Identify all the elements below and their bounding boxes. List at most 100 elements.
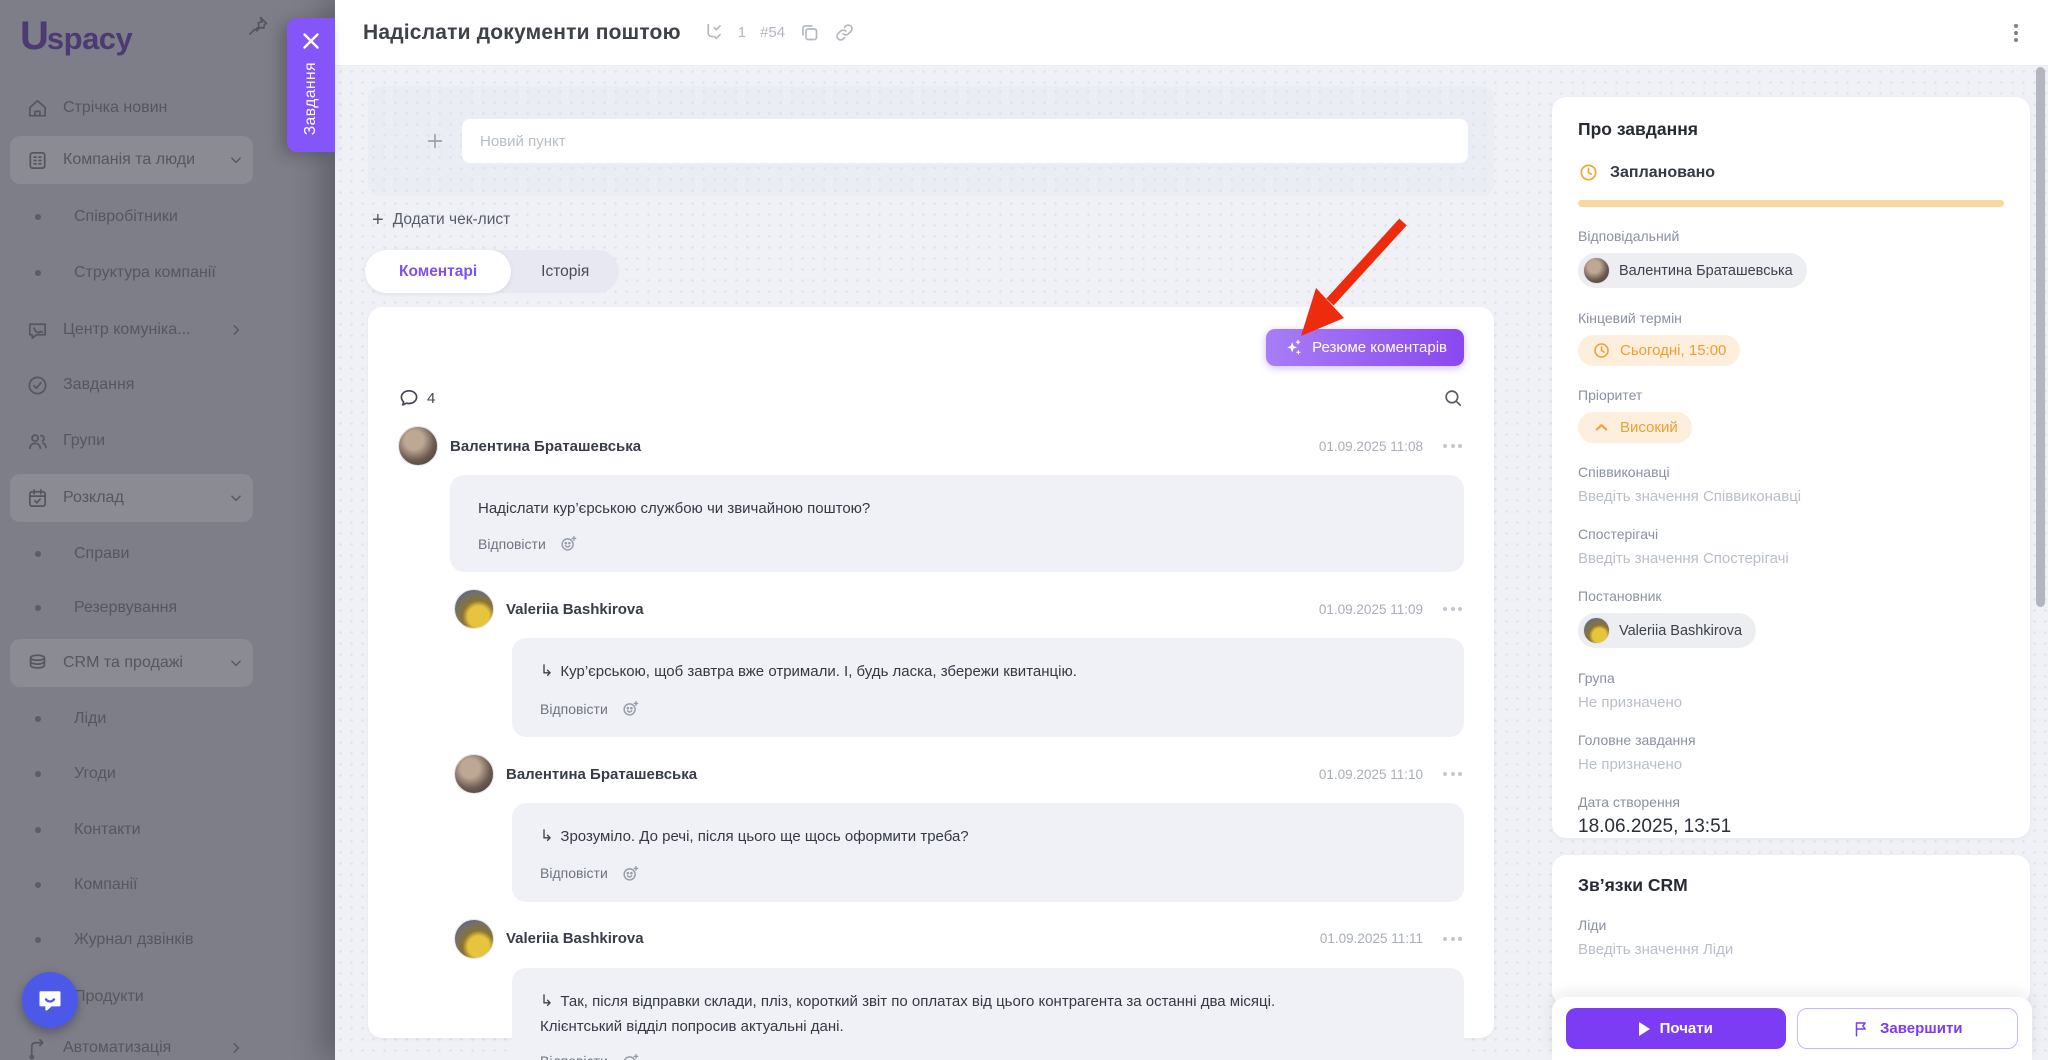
sidebar-item-contacts[interactable]: Контакти <box>10 806 253 854</box>
uspacy-logo: Uspacy <box>20 14 133 59</box>
sidebar-item-tasks[interactable]: Завдання <box>10 361 253 409</box>
responsible-chip[interactable]: Валентина Браташевська <box>1578 253 1807 288</box>
status-label: Заплановано <box>1610 163 1716 181</box>
comment-text: Надіслати кур’єрською службою чи звичайн… <box>478 500 871 517</box>
sidebar-item-label: Ліди <box>74 710 107 727</box>
created-value: 18.06.2025, 13:51 <box>1578 816 1732 837</box>
comment-menu-kebab[interactable] <box>1441 768 1464 780</box>
search-icon[interactable] <box>1442 387 1464 409</box>
sidebar-item-crm-sales[interactable]: CRM та продажі <box>10 639 253 687</box>
pin-sidebar-icon[interactable] <box>246 14 270 38</box>
sidebar-item-companies[interactable]: Компанії <box>10 861 253 909</box>
comments-card: Резюме коментарів 4 Валентина Браташевсь… <box>368 307 1494 1060</box>
reply-button[interactable]: Відповісти <box>540 865 608 881</box>
observers-field[interactable]: Введіть значення Спостерігачі <box>1578 550 2004 567</box>
deadline-label: Кінцевий термін <box>1578 310 1682 326</box>
plus-icon <box>427 133 443 149</box>
created-label: Дата створення <box>1578 794 1680 810</box>
bullet-icon <box>35 827 41 833</box>
tab-comments-label: Коментарі <box>399 262 478 280</box>
author-name: Valeriia Bashkirova <box>1619 622 1743 639</box>
reply-button[interactable]: Відповісти <box>540 1053 608 1060</box>
avatar <box>1583 257 1610 284</box>
deadline-chip[interactable]: Сьогодні, 15:00 <box>1578 335 1741 366</box>
support-chat-fab[interactable] <box>22 972 78 1028</box>
comment-menu-kebab[interactable] <box>1441 603 1464 615</box>
vertical-scrollbar-thumb[interactable] <box>2036 67 2045 607</box>
app-window: Uspacy Стрічка новин Компанія та люди Сп… <box>0 0 2048 1060</box>
task-status[interactable]: Заплановано <box>1578 162 2004 183</box>
leads-field[interactable]: Введіть значення Ліди <box>1578 941 2004 958</box>
chat-bubble-icon <box>39 991 61 1011</box>
comment-bubble: ↳ Зрозуміло. До речі, після цього ще щось… <box>512 803 1464 902</box>
sidebar-item-company-structure[interactable]: Структура компанії <box>10 249 253 297</box>
comments-history-tabs: Коментарі Історія <box>365 250 620 293</box>
add-checklist-button[interactable]: + Додати чек-лист <box>372 210 510 230</box>
sidebar-item-reservations[interactable]: Резервування <box>10 584 253 632</box>
task-menu-kebab[interactable] <box>2008 18 2024 48</box>
new-checklist-item-input[interactable] <box>462 119 1468 163</box>
sidebar-item-activities[interactable]: Справи <box>10 530 253 578</box>
reply-arrow-icon: ↳ <box>540 992 554 1010</box>
checklist-new-item-card <box>368 86 1494 196</box>
start-task-button[interactable]: Почати <box>1566 1008 1786 1049</box>
crm-stack-icon <box>29 653 46 669</box>
author-label: Постановник <box>1578 588 1662 604</box>
tab-history[interactable]: Історія <box>511 250 619 293</box>
sidebar-item-label: Автоматизація <box>63 1039 172 1056</box>
clock-icon <box>1594 343 1609 358</box>
play-icon <box>1638 1021 1650 1036</box>
subtasks-icon[interactable] <box>703 22 724 43</box>
author-chip[interactable]: Valeriia Bashkirova <box>1578 613 1757 648</box>
chevron-right-icon <box>233 325 240 335</box>
sidebar-item-deals[interactable]: Угоди <box>10 750 253 798</box>
bullet-icon <box>35 214 41 220</box>
group-value[interactable]: Не призначено <box>1578 694 2004 711</box>
chevron-right-icon <box>233 1043 240 1053</box>
comment-menu-kebab[interactable] <box>1441 933 1464 945</box>
comments-summary-button[interactable]: Резюме коментарів <box>1266 329 1464 366</box>
avatar <box>398 426 438 466</box>
priority-label: Пріоритет <box>1578 387 1643 403</box>
task-panel-tab[interactable]: Завдання <box>287 18 335 152</box>
comment-bubble: ↳ Так, після відправки склади, пліз, коро… <box>512 967 1464 1060</box>
close-icon[interactable] <box>298 28 324 54</box>
main-task-value[interactable]: Не призначено <box>1578 756 2004 773</box>
sidebar-item-call-log[interactable]: Журнал дзвінків <box>10 916 253 964</box>
add-reaction-icon[interactable] <box>558 533 579 554</box>
add-reaction-icon[interactable] <box>620 863 641 884</box>
link-icon[interactable] <box>834 22 855 43</box>
coexecutors-field[interactable]: Введіть значення Співвиконавці <box>1578 488 2004 505</box>
sidebar-item-leads[interactable]: Ліди <box>10 695 253 743</box>
crm-links-title: Зв’язки CRM <box>1578 875 1688 895</box>
sidebar-item-automation[interactable]: Автоматизація <box>10 1024 253 1060</box>
bullet-icon <box>35 551 41 557</box>
copy-icon[interactable] <box>799 22 820 43</box>
sidebar-item-label: Стрічка новин <box>63 99 168 116</box>
logo-wordmark: spacy <box>46 21 133 56</box>
check-circle-icon <box>28 375 47 395</box>
add-reaction-icon[interactable] <box>620 698 641 719</box>
reply-button[interactable]: Відповісти <box>540 701 608 717</box>
deadline-value: Сьогодні, 15:00 <box>1620 342 1727 359</box>
priority-chip[interactable]: Високий <box>1578 412 1692 443</box>
comment-author: Valeriia Bashkirova <box>506 600 644 618</box>
sidebar-item-communication-center[interactable]: Центр комуніка... <box>10 306 253 354</box>
sidebar-item-company-people[interactable]: Компанія та люди <box>10 136 253 184</box>
comment-text: Зрозуміло. До речі, після цього ще щось … <box>560 828 969 846</box>
add-reaction-icon[interactable] <box>620 1051 641 1060</box>
comment-menu-kebab[interactable] <box>1441 440 1464 452</box>
sidebar-item-groups[interactable]: Групи <box>10 417 253 465</box>
bullet-icon <box>35 882 41 888</box>
sidebar-item-news-feed[interactable]: Стрічка новин <box>10 84 253 132</box>
sidebar-item-label: Угоди <box>74 765 116 782</box>
sidebar-item-employees[interactable]: Співробітники <box>10 193 253 241</box>
finish-task-button[interactable]: Завершити <box>1796 1008 2018 1049</box>
comment-text: Кур’єрською, щоб завтра вже отримали. І,… <box>560 663 1077 681</box>
reply-button[interactable]: Відповісти <box>478 536 546 552</box>
coexecutors-label: Співвиконавці <box>1578 464 1670 480</box>
sidebar-item-schedule[interactable]: Розклад <box>10 474 253 522</box>
responsible-name: Валентина Браташевська <box>1619 262 1793 279</box>
tab-comments[interactable]: Коментарі <box>365 250 512 293</box>
comment-bubble: Надіслати кур’єрською службою чи звичайн… <box>450 475 1464 573</box>
